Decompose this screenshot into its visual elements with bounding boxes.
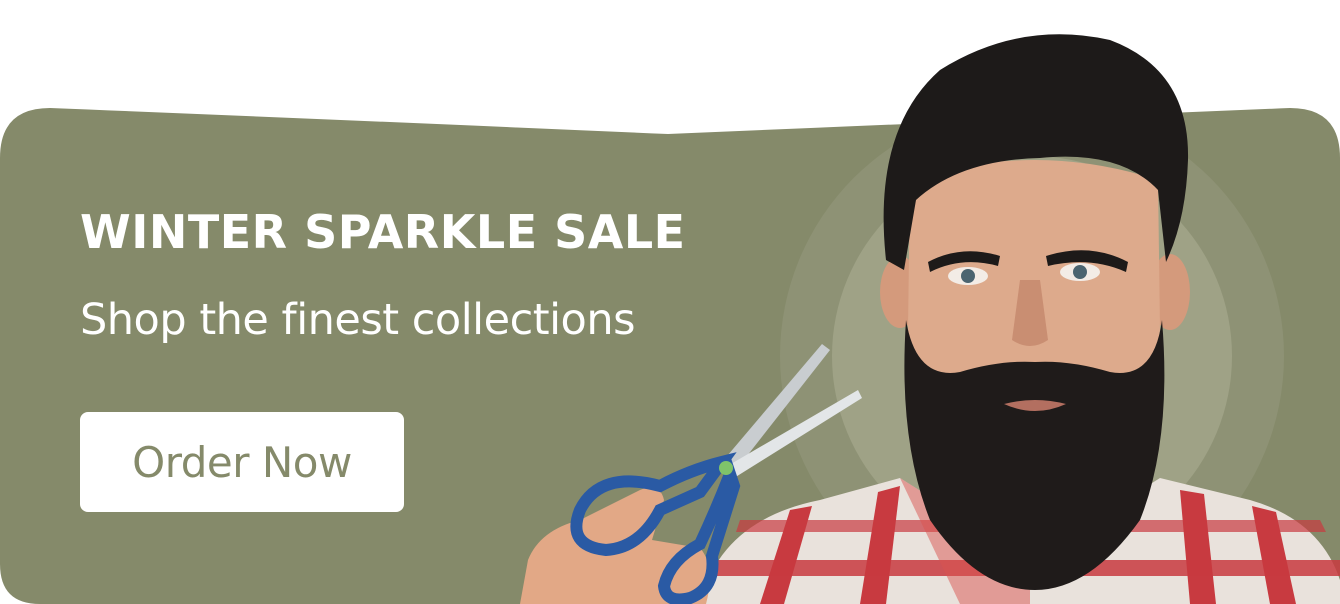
promo-banner: WINTER SPARKLE SALE Shop the finest coll… xyxy=(0,0,1340,604)
order-now-button[interactable]: Order Now xyxy=(80,412,404,512)
bearded-man-with-scissors-image xyxy=(520,34,1340,604)
left-iris xyxy=(961,269,975,283)
right-iris xyxy=(1073,265,1087,279)
